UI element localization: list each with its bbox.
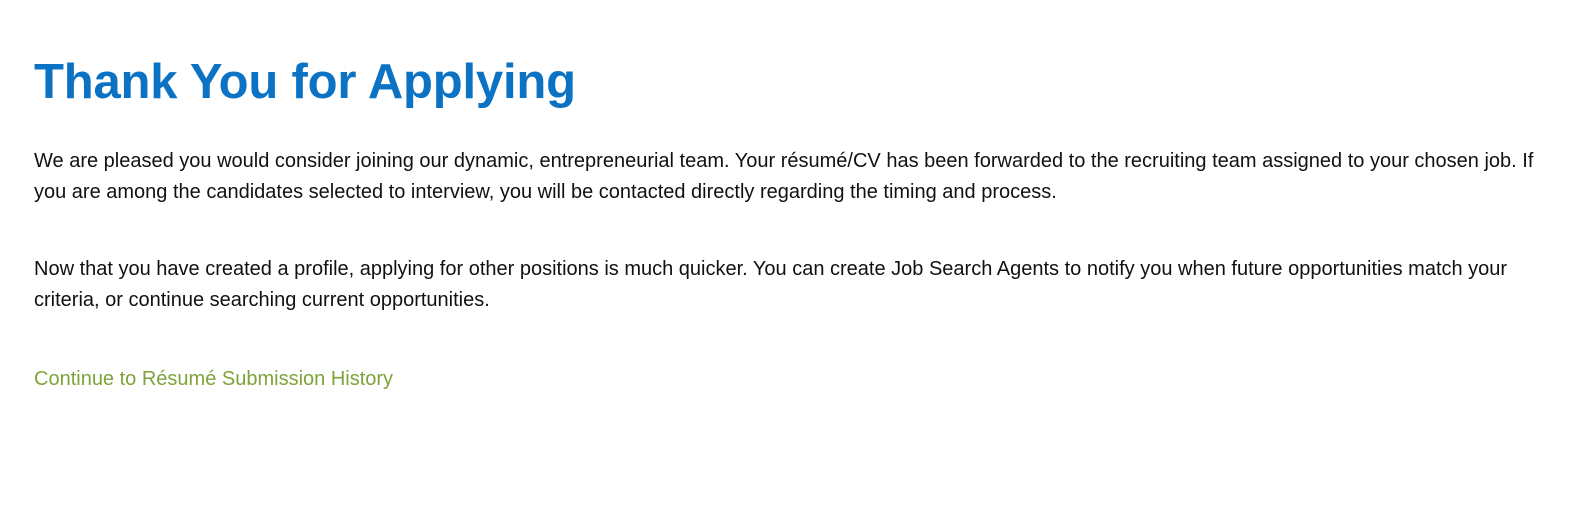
page-title: Thank You for Applying — [34, 55, 576, 109]
application-forwarded-message: We are pleased you would consider joinin… — [34, 150, 1534, 203]
continue-to-resume-history-link[interactable]: Continue to Résumé Submission History — [34, 364, 393, 394]
profile-created-message: Now that you have created a profile, app… — [34, 258, 1508, 311]
confirmation-page: Thank You for Applying We are pleased yo… — [0, 0, 1581, 508]
